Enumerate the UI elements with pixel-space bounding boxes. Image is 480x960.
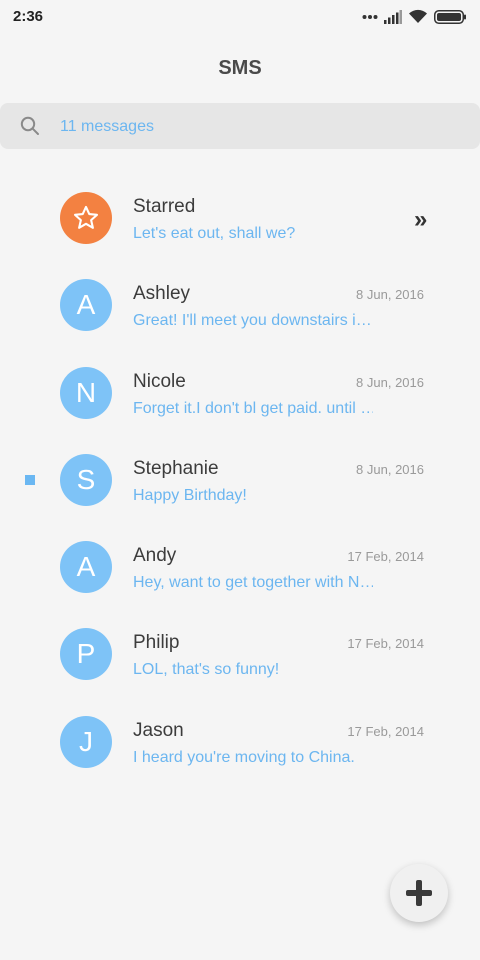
conversation-row[interactable]: P Philip 17 Feb, 2014 LOL, that's so fun… [0,616,480,703]
message-date: 8 Jun, 2016 [356,287,424,303]
avatar: N [60,366,112,419]
conversation-list: Starred Let's eat out, shall we? » A Ash… [0,180,480,791]
message-date: 17 Feb, 2014 [347,723,424,739]
page-title: SMS [218,57,262,79]
contact-name: Nicole [133,370,186,392]
message-preview: Forget it.I don't bl get paid. until … [133,399,373,417]
starred-avatar [60,192,112,244]
conversation-row[interactable]: A Ashley 8 Jun, 2016 Great! I'll meet yo… [0,267,480,354]
contact-name: Jason [133,719,184,741]
battery-icon [434,9,466,24]
avatar: J [60,715,112,768]
avatar: P [60,628,112,681]
avatar: S [60,453,112,506]
chevron-right-icon: » [414,206,428,233]
starred-label: Starred [133,196,196,217]
signal-icon [384,9,402,24]
search-icon [20,116,39,135]
status-bar: 2:36 [0,0,480,36]
contact-name: Philip [133,632,180,654]
new-message-button[interactable] [390,864,448,922]
message-date: 17 Feb, 2014 [347,549,424,565]
sms-screen: 2:36 SMS 11 messages Starred Let's eat o… [0,0,480,960]
search-input[interactable]: 11 messages [60,118,154,136]
message-preview: Happy Birthday! [133,486,247,504]
starred-folder[interactable]: Starred Let's eat out, shall we? » [0,180,480,267]
contact-name: Stephanie [133,457,219,479]
conversation-row[interactable]: N Nicole 8 Jun, 2016 Forget it.I don't b… [0,355,480,442]
conversation-row[interactable]: A Andy 17 Feb, 2014 Hey, want to get tog… [0,529,480,616]
status-time: 2:36 [13,8,44,25]
status-icons [362,9,466,24]
conversation-row[interactable]: J Jason 17 Feb, 2014 I heard you're movi… [0,704,480,791]
message-preview: LOL, that's so funny! [133,661,280,679]
wifi-icon [409,9,427,23]
starred-preview: Let's eat out, shall we? [133,225,296,242]
avatar: A [60,279,112,332]
message-preview: I heard you're moving to China. [133,748,355,766]
message-date: 8 Jun, 2016 [356,374,424,390]
message-date: 8 Jun, 2016 [356,461,424,477]
plus-icon [406,880,432,906]
star-icon [73,205,99,229]
message-date: 17 Feb, 2014 [347,636,424,652]
more-dots-icon [362,14,378,19]
unread-indicator [25,474,35,485]
message-preview: Hey, want to get together with N… [133,574,373,592]
conversation-row[interactable]: S Stephanie 8 Jun, 2016 Happy Birthday! [0,442,480,529]
message-preview: Great! I'll meet you downstairs i… [133,312,372,330]
search-bar[interactable]: 11 messages [0,103,480,149]
avatar: A [60,541,112,594]
contact-name: Ashley [133,283,191,305]
contact-name: Andy [133,545,177,567]
